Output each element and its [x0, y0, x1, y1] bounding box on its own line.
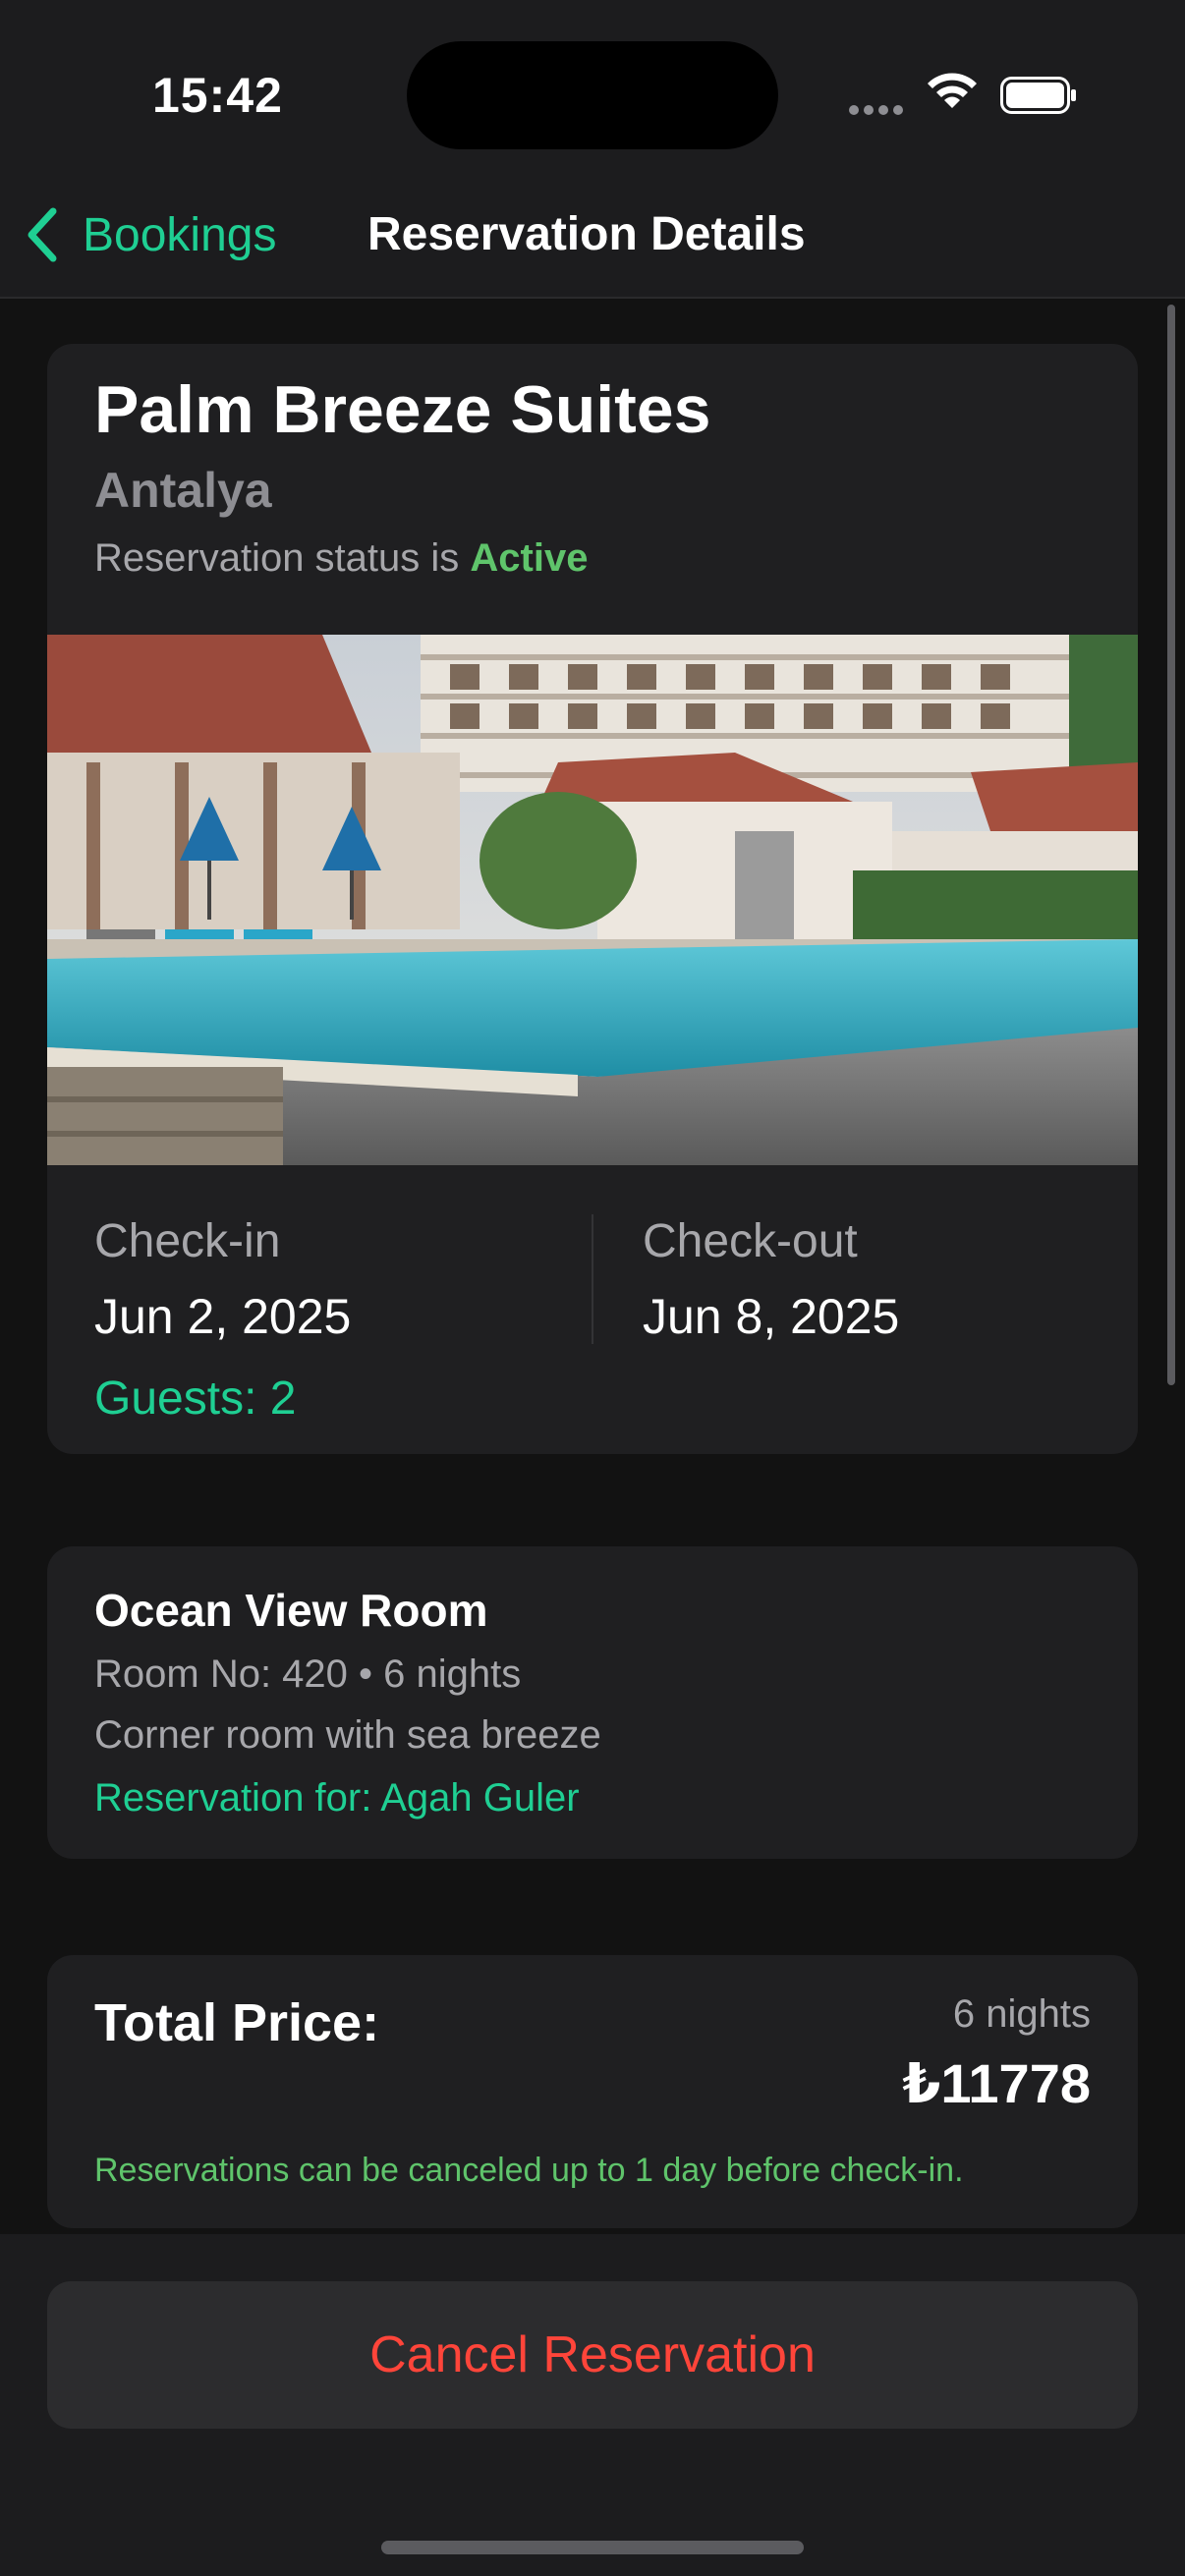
scrollbar[interactable]: [1167, 305, 1175, 1385]
cellular-signal-icon: [849, 102, 908, 120]
chevron-left-icon: [28, 207, 57, 262]
back-button-label: Bookings: [83, 208, 277, 261]
bottom-action-bar: Cancel Reservation: [0, 2234, 1185, 2576]
status-bar: 15:42: [0, 0, 1185, 177]
total-price-label: Total Price:: [94, 1993, 380, 2052]
status-prefix: Reservation status is: [94, 536, 460, 580]
room-card: Ocean View Room Room No: 420 • 6 nights …: [47, 1546, 1138, 1859]
room-description: Corner room with sea breeze: [94, 1713, 601, 1757]
hotel-photo: [47, 635, 1138, 1165]
hotel-city: Antalya: [94, 463, 272, 518]
cancel-reservation-button[interactable]: Cancel Reservation: [47, 2281, 1138, 2429]
total-price-amount: ₺11778: [902, 2052, 1091, 2114]
home-indicator[interactable]: [381, 2541, 804, 2554]
reservation-guest-name: Reservation for: Agah Guler: [94, 1776, 580, 1820]
hotel-name: Palm Breeze Suites: [94, 372, 711, 447]
battery-icon: [1000, 77, 1076, 114]
price-card: Total Price: 6 nights ₺11778 Reservation…: [47, 1955, 1138, 2228]
page-title: Reservation Details: [367, 208, 806, 260]
price-nights: 6 nights: [952, 1992, 1091, 2036]
room-title: Ocean View Room: [94, 1585, 488, 1636]
checkout-date: Jun 8, 2025: [643, 1289, 900, 1344]
reservation-status: Reservation status is Active: [94, 536, 588, 581]
checkin-date: Jun 2, 2025: [94, 1289, 352, 1344]
cancellation-policy: Reservations can be canceled up to 1 day…: [94, 2152, 964, 2189]
wifi-icon: [928, 73, 977, 108]
checkin-label: Check-in: [94, 1215, 281, 1267]
status-time: 15:42: [152, 68, 283, 123]
navigation-bar: Bookings Reservation Details: [0, 177, 1185, 299]
back-button[interactable]: Bookings: [24, 200, 276, 269]
date-divider: [592, 1214, 593, 1344]
hotel-card: Palm Breeze Suites Antalya Reservation s…: [47, 344, 1138, 1454]
checkin-section: Check-in Jun 2, 2025: [94, 1214, 351, 1345]
dynamic-island: [407, 41, 778, 149]
guest-count: Guests: 2: [94, 1372, 297, 1425]
checkout-section: Check-out Jun 8, 2025: [643, 1214, 899, 1345]
room-number-nights: Room No: 420 • 6 nights: [94, 1652, 522, 1696]
status-badge: Active: [470, 536, 589, 580]
checkout-label: Check-out: [643, 1215, 858, 1267]
